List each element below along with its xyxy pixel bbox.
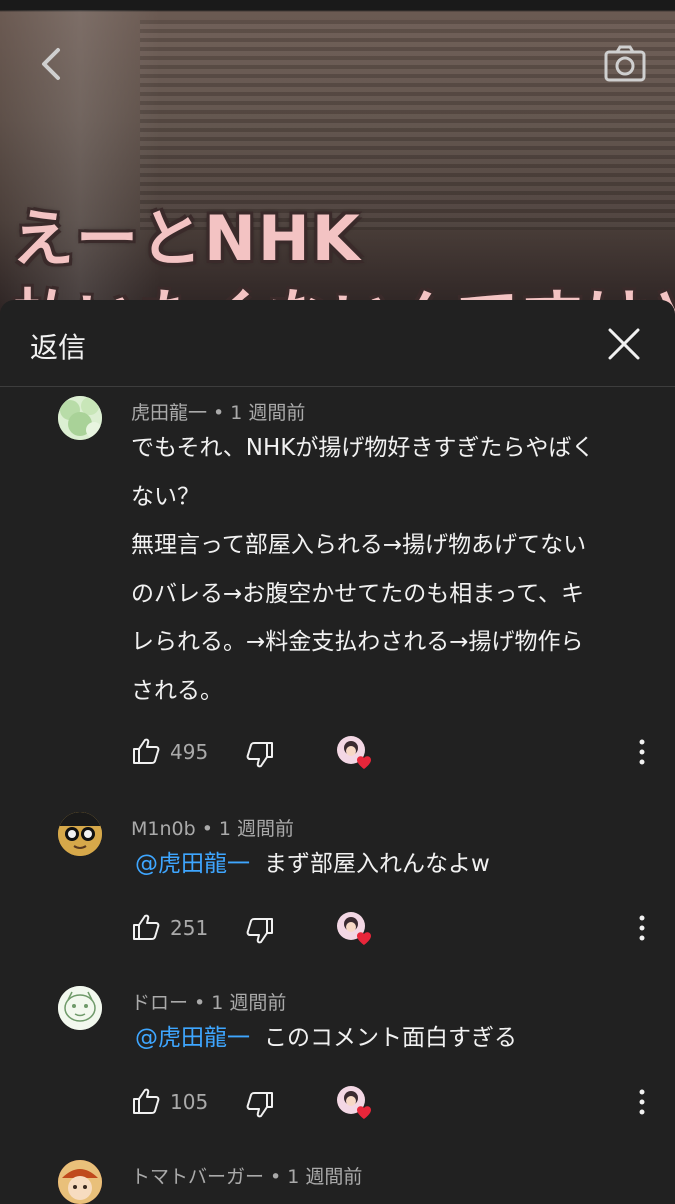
video-player[interactable]: えーとNHK 払いたくないんですけど [0, 0, 675, 320]
meta-separator: • [270, 1166, 282, 1188]
more-options-button[interactable] [630, 736, 654, 768]
comment-time: 1 週間前 [287, 1166, 363, 1188]
thumbs-down-icon [246, 742, 273, 768]
meta-separator: • [213, 402, 225, 424]
avatar-image [58, 986, 102, 1030]
author-name[interactable]: トマトバーガー [131, 1166, 264, 1188]
comment-text: @虎田龍一 このコメント面白すぎる [131, 1014, 641, 1063]
creator-heart-icon [337, 912, 371, 945]
creator-heart-icon [337, 1086, 371, 1119]
comment-actions: 251 [0, 912, 675, 952]
more-vert-icon [639, 915, 645, 941]
close-icon [608, 328, 640, 360]
comment-line: される。 [131, 677, 223, 704]
thumbs-down-icon [246, 1092, 273, 1118]
more-options-button[interactable] [630, 912, 654, 944]
comment-meta: 虎田龍一 • 1 週間前 [131, 398, 305, 425]
author-name[interactable]: 虎田龍一 [131, 402, 207, 424]
avatar-image [58, 812, 102, 856]
comment-line: のバレる→お腹空かせてたのも相まって、キ [131, 580, 585, 607]
close-button[interactable] [600, 320, 648, 368]
sheet-header: 返信 [0, 300, 675, 387]
more-vert-icon [639, 1089, 645, 1115]
dislike-button[interactable] [245, 1090, 275, 1120]
comment-meta: M1n0b • 1 週間前 [131, 814, 294, 841]
like-count: 495 [170, 740, 209, 764]
avatar[interactable] [58, 812, 102, 856]
creator-heart-badge [335, 910, 375, 950]
thumbs-up-icon [133, 914, 160, 940]
meta-separator: • [201, 818, 213, 840]
back-button[interactable] [30, 42, 74, 86]
comment-time: 1 週間前 [230, 402, 306, 424]
comment-text: @虎田龍一 まず部屋入れんなよw [131, 840, 641, 889]
creator-heart-badge [335, 734, 375, 774]
creator-heart-icon [337, 736, 371, 769]
comment-text: でもそれ、NHKが揚げ物好きすぎたらやばく ない？ 無理言って部屋入られる→揚げ… [131, 424, 641, 715]
comment-meta: ドロー • 1 週間前 [131, 988, 286, 1015]
comment-time: 1 週間前 [211, 992, 287, 1014]
sheet-title: 返信 [30, 331, 87, 364]
avatar[interactable] [58, 396, 102, 440]
comment-actions: 105 [0, 1086, 675, 1126]
camera-button[interactable] [600, 42, 650, 88]
comment-body: このコメント面白すぎる [264, 1025, 517, 1051]
meta-separator: • [194, 992, 206, 1014]
author-name[interactable]: ドロー [131, 992, 188, 1014]
comment-body: まず部屋入れんなよw [264, 851, 490, 877]
mention-link[interactable]: @虎田龍一 [135, 851, 250, 877]
comment-line: ない？ [131, 483, 200, 510]
comment-meta: トマトバーガー • 1 週間前 [131, 1162, 362, 1189]
like-button[interactable] [131, 736, 161, 766]
like-button[interactable] [131, 1086, 161, 1116]
creator-heart-badge [335, 1084, 375, 1124]
thumbs-up-icon [133, 1088, 160, 1114]
thumbs-down-icon [246, 918, 273, 944]
camera-icon [604, 45, 646, 82]
dislike-button[interactable] [245, 916, 275, 946]
replies-sheet: 返信 虎田龍一 • 1 週間前 でもそれ、NHKが揚げ物好きすぎたらやばく ない？ [0, 300, 675, 1204]
more-options-button[interactable] [630, 1086, 654, 1118]
comment-line: 無理言って部屋入られる→揚げ物あげてない [131, 532, 587, 558]
thumbs-up-icon [133, 738, 160, 764]
avatar[interactable] [58, 986, 102, 1030]
comment-line: レられる。→料金支払わされる→揚げ物作ら [131, 629, 584, 655]
comment-time: 1 週間前 [218, 818, 295, 840]
more-vert-icon [639, 739, 645, 765]
avatar[interactable] [58, 1160, 102, 1204]
like-count: 251 [170, 916, 209, 940]
comment-actions: 495 [0, 736, 675, 776]
like-button[interactable] [131, 912, 161, 942]
dislike-button[interactable] [245, 740, 275, 770]
comment-line: でもそれ、NHKが揚げ物好きすぎたらやばく [131, 435, 595, 461]
video-caption-line1: えーとNHK [12, 202, 362, 275]
avatar-image [58, 396, 102, 440]
author-name[interactable]: M1n0b [131, 818, 196, 840]
back-icon [42, 48, 60, 80]
like-count: 105 [170, 1090, 209, 1114]
avatar-image [58, 1160, 102, 1204]
mention-link[interactable]: @虎田龍一 [135, 1025, 250, 1051]
